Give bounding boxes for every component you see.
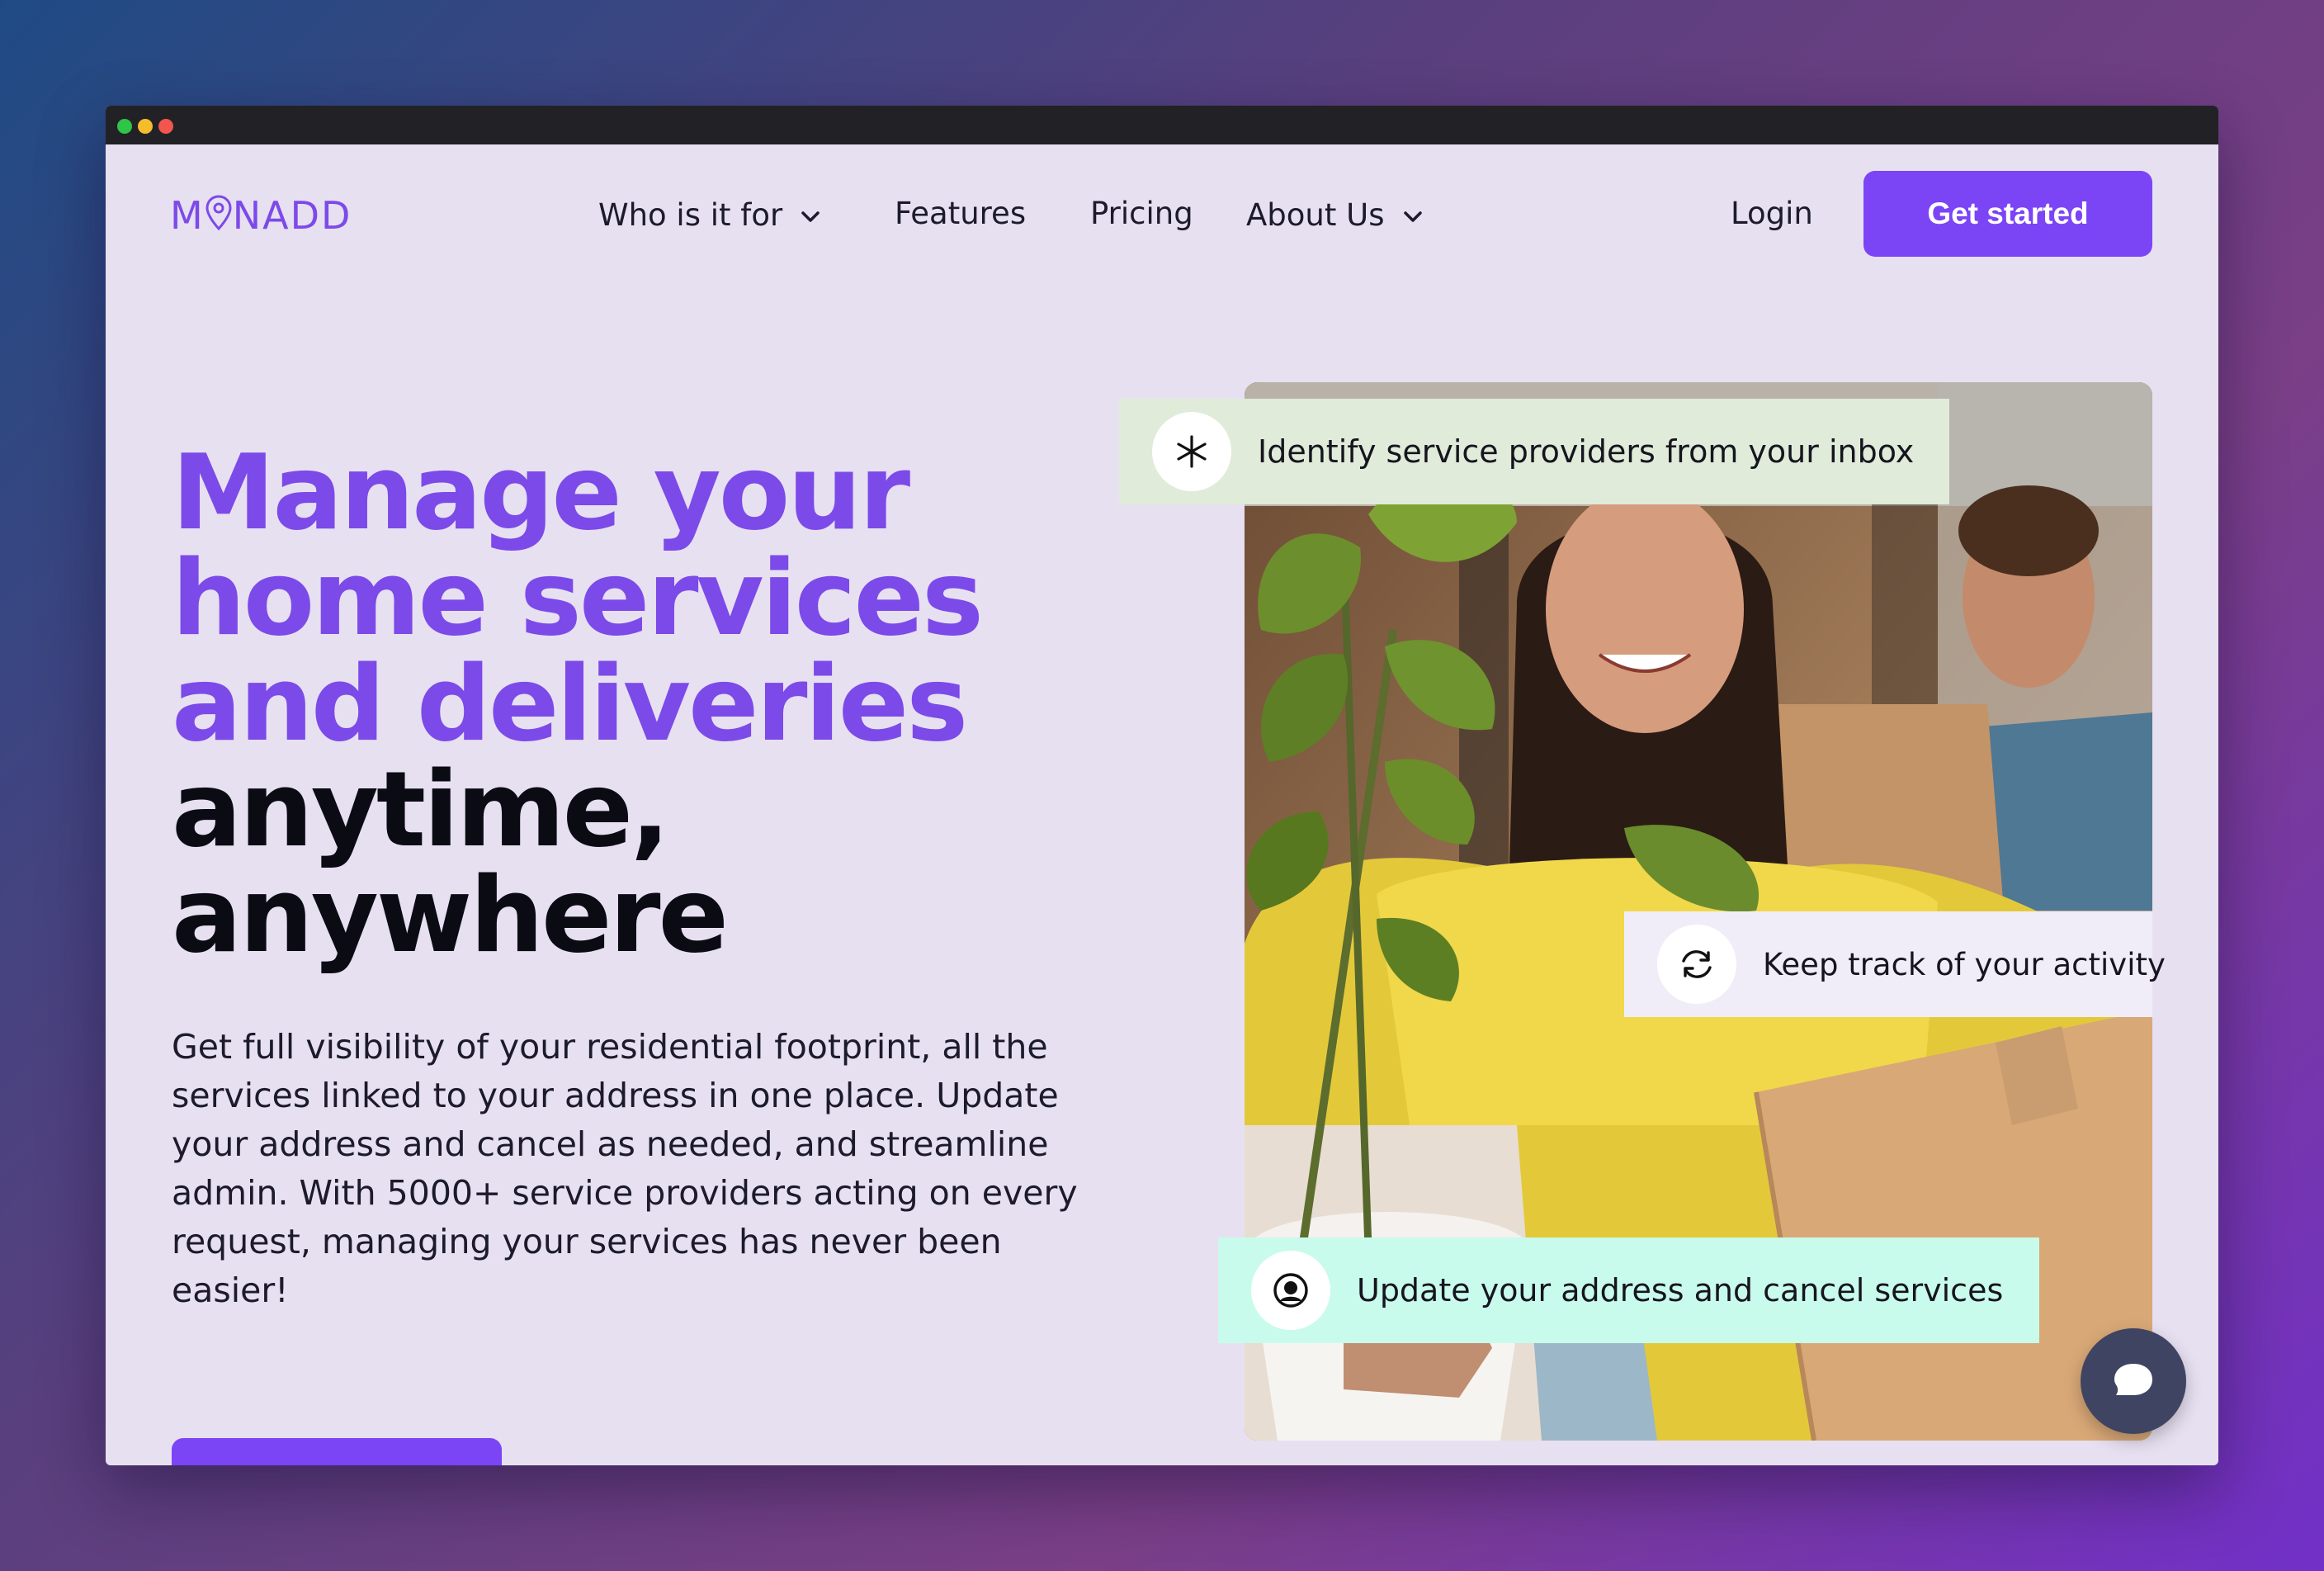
chat-bubble-icon: [2112, 1361, 2155, 1402]
user-circle-icon: [1251, 1251, 1330, 1330]
window-close-button[interactable]: [158, 119, 173, 134]
hero-cta-button[interactable]: [172, 1438, 502, 1465]
headline-line: anytime,: [172, 749, 670, 870]
feature-text: Update your address and cancel services: [1357, 1272, 2004, 1308]
nav-label: Features: [895, 196, 1027, 231]
feature-card-update-address: Update your address and cancel services: [1218, 1237, 2039, 1343]
feature-card-identify-providers: Identify service providers from your inb…: [1119, 399, 1949, 504]
get-started-button[interactable]: Get started: [1863, 171, 2152, 257]
chevron-down-icon: [801, 195, 820, 233]
logo-text: NADD: [232, 193, 352, 238]
brand-logo[interactable]: M NADD: [170, 194, 352, 239]
headline-line: anywhere: [172, 854, 729, 976]
chevron-down-icon: [1403, 195, 1423, 233]
asterisk-icon: [1152, 412, 1231, 491]
nav-about-us[interactable]: About Us: [1246, 195, 1423, 234]
nav-label: Pricing: [1090, 196, 1193, 231]
headline-line: Manage your: [172, 432, 910, 553]
window-minimize-button[interactable]: [138, 119, 153, 134]
hero-description: Get full visibility of your residential …: [172, 1027, 1078, 1310]
browser-window: M NADD Who is it for Features Pricing Abo…: [106, 106, 2218, 1465]
headline-line: and deliveries: [172, 643, 968, 764]
location-pin-icon: [205, 194, 233, 239]
feature-card-track-activity: Keep track of your activity: [1624, 911, 2166, 1017]
feature-text: Keep track of your activity: [1763, 946, 2166, 982]
chat-widget-button[interactable]: [2081, 1328, 2186, 1434]
feature-text: Identify service providers from your inb…: [1258, 433, 1915, 470]
nav-label: Who is it for: [598, 197, 783, 233]
window-maximize-button[interactable]: [117, 119, 132, 134]
hero-headline: Manage your home services and deliveries…: [172, 432, 984, 976]
window-titlebar: [106, 106, 2218, 144]
nav-pricing[interactable]: Pricing: [1090, 195, 1193, 233]
nav-label: About Us: [1246, 197, 1385, 233]
refresh-icon: [1657, 925, 1736, 1004]
nav-who-is-it-for[interactable]: Who is it for: [598, 195, 820, 234]
login-link[interactable]: Login: [1731, 195, 1813, 233]
headline-line: home services: [172, 537, 984, 659]
nav-features[interactable]: Features: [895, 195, 1026, 233]
